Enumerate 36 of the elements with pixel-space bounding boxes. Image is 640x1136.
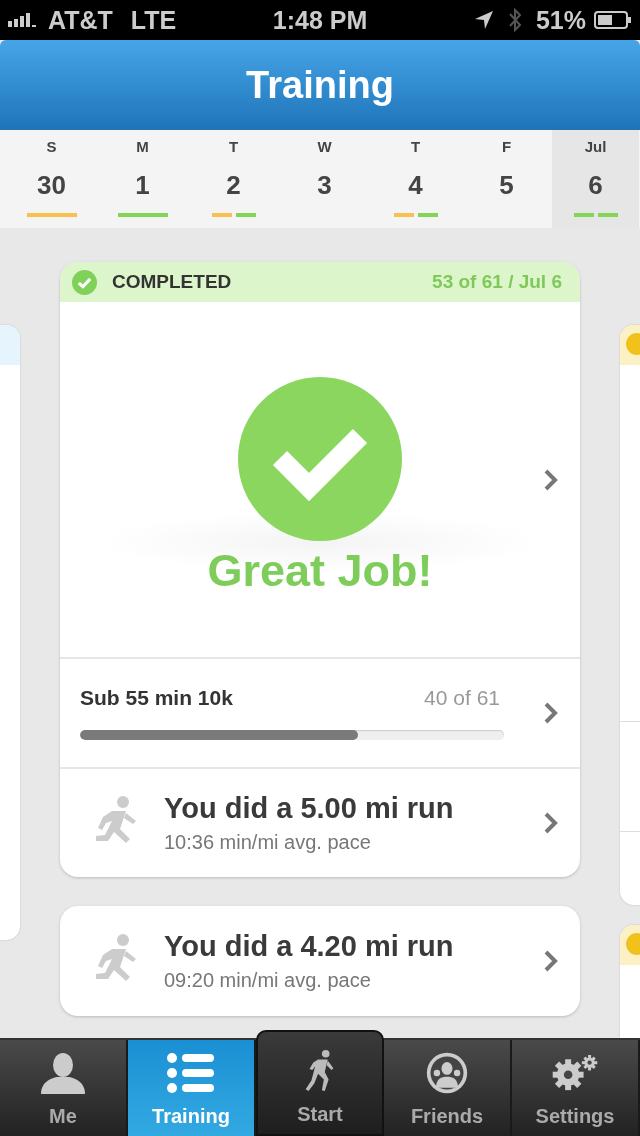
day-tab[interactable]: Jul 6 (552, 130, 639, 228)
run-pace: 09:20 min/mi avg. pace (164, 969, 372, 992)
person-icon (39, 1051, 87, 1095)
day-tab[interactable]: S 30 (6, 130, 97, 228)
carrier-name: AT&T (48, 5, 113, 35)
goal-count: 40 of 61 (424, 686, 500, 710)
goal-name: Sub 55 min 10k (80, 686, 233, 710)
chevron-icon[interactable] (544, 812, 558, 834)
network-type: LTE (130, 5, 177, 35)
congrats-message: Great Job! (207, 545, 433, 597)
status-time: 1:48 PM (272, 5, 368, 35)
chevron-icon[interactable] (544, 702, 558, 724)
battery-percent: 51% (535, 5, 586, 35)
run-title: You did a 5.00 mi run (164, 792, 455, 825)
chevron-icon[interactable] (544, 469, 558, 491)
status-label: COMPLETED (112, 271, 232, 293)
run-card[interactable]: You did a 4.20 mi run 09:20 min/mi avg. pace (60, 906, 580, 1016)
page-title: Training (246, 63, 394, 107)
location-icon (473, 10, 494, 30)
run-pace: 10:36 min/mi avg. pace (164, 831, 372, 854)
run-title: You did a 4.20 mi run (164, 930, 455, 963)
progress-text: 53 of 61 / Jul 6 (432, 271, 562, 293)
battery-icon (594, 11, 632, 29)
check-icon (238, 377, 402, 541)
list-icon (167, 1051, 215, 1095)
tab-button[interactable]: Settings (512, 1040, 640, 1136)
day-tab[interactable]: F 5 (461, 130, 552, 228)
tab-button[interactable]: Start (256, 1030, 384, 1136)
day-tab[interactable]: T 4 (370, 130, 461, 228)
tab-button[interactable]: Friends (384, 1040, 512, 1136)
check-icon (72, 269, 97, 295)
bluetooth-icon (507, 8, 522, 32)
day-tab[interactable]: M 1 (97, 130, 188, 228)
day-tab[interactable]: T 2 (188, 130, 279, 228)
chevron-icon[interactable] (544, 950, 558, 972)
day-tab[interactable]: W 3 (279, 130, 370, 228)
